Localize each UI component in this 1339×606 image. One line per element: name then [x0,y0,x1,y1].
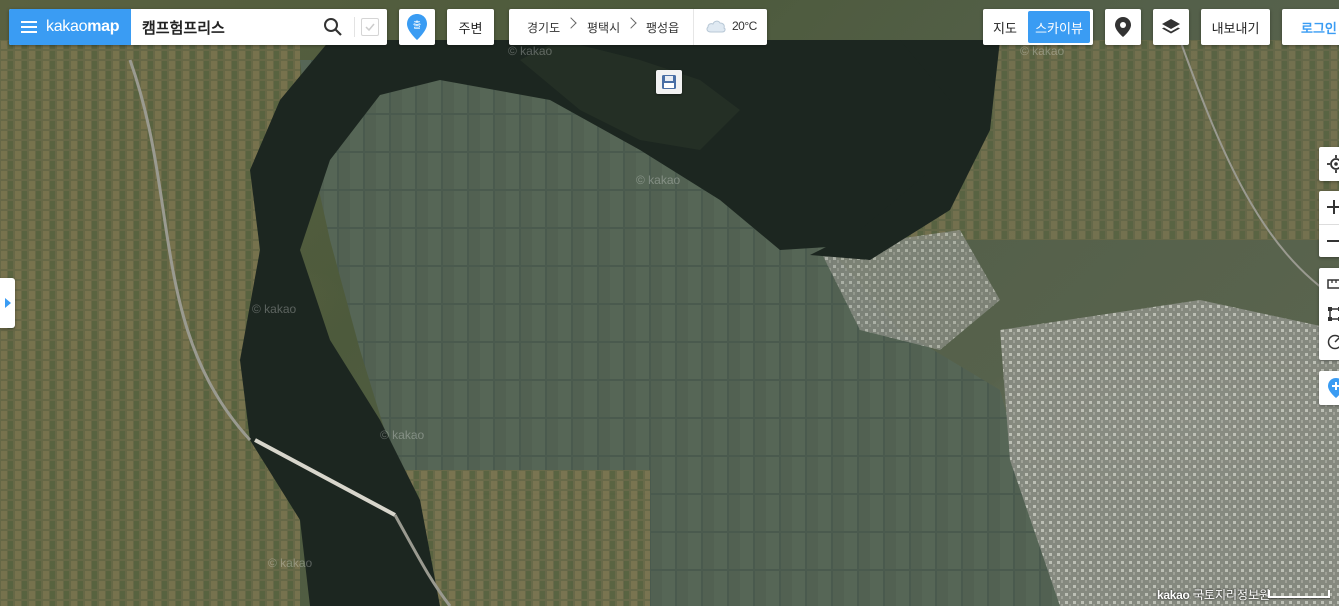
layers-icon [1162,19,1180,34]
breadcrumb-province[interactable]: 경기도 [527,19,560,36]
pin-icon: 출 [407,14,427,40]
add-place-button[interactable] [1319,371,1339,405]
zoom-out-icon[interactable] [1327,234,1339,248]
menu-icon[interactable] [21,21,37,33]
marker-label: 출 [413,20,421,31]
sidebar-toggle[interactable] [0,278,15,328]
roadview-button[interactable] [1105,9,1141,45]
roadview-pin-icon [1115,17,1131,37]
chevron-right-icon [565,17,577,29]
map-watermark: © kakao [508,44,553,58]
map-copyright: kakao 국토지리정보원 [1157,588,1271,602]
temperature: 20°C [732,19,757,33]
map-watermark: © kakao [380,428,425,442]
start-marker-button[interactable]: 출 [399,9,435,45]
nearby-button[interactable]: 주변 [447,9,494,45]
map-type-skyview-button[interactable]: 스카이뷰 [1028,11,1090,43]
save-icon[interactable] [656,70,682,94]
kakaomap-logo[interactable]: kakaomap [46,18,120,36]
ruler-icon[interactable] [1327,278,1339,290]
weather-divider [693,9,694,45]
scale-bar [1268,590,1330,598]
map-watermark: © kakao [268,556,313,570]
location-breadcrumb: 경기도 평택시 팽성읍 20°C [509,9,767,45]
search-input[interactable] [140,9,322,45]
cloud-icon [706,20,726,33]
zoom-controls [1319,191,1339,257]
search-bar: kakaomap [9,9,387,45]
add-pin-icon [1328,378,1339,398]
map-tools [1319,268,1339,360]
checkbox-icon[interactable] [361,18,379,36]
map-watermark: © kakao [1020,44,1065,58]
layers-button[interactable] [1153,9,1189,45]
breadcrumb-town[interactable]: 팽성읍 [646,19,679,36]
radius-measure-icon[interactable] [1327,334,1339,350]
map-type-toggle: 지도 스카이뷰 [983,9,1093,45]
breadcrumb-city[interactable]: 평택시 [587,19,620,36]
area-measure-icon[interactable] [1327,306,1339,322]
my-location-button[interactable] [1319,147,1339,181]
crosshair-icon [1327,155,1339,173]
triangle-right-icon [4,298,11,308]
search-icon[interactable] [323,17,343,37]
map-watermark: © kakao [636,173,681,187]
map-type-map-button[interactable]: 지도 [983,9,1027,45]
map-watermark: © kakao [252,302,297,316]
export-button[interactable]: 내보내기 [1201,9,1270,45]
logo-menu[interactable]: kakaomap [9,9,131,45]
chevron-right-icon [625,17,637,29]
login-button[interactable]: 로그인 [1282,9,1339,45]
zoom-in-icon[interactable] [1327,200,1339,214]
search-divider [354,17,355,37]
